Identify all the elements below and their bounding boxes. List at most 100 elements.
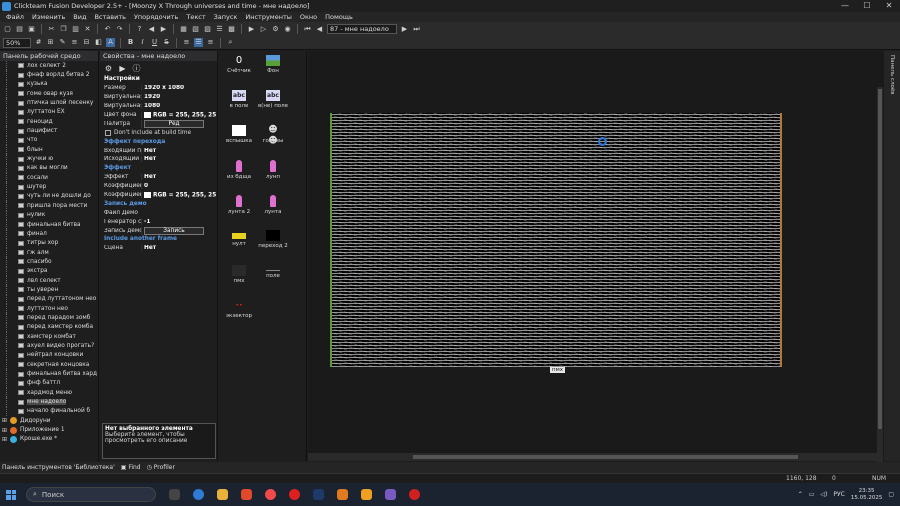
undo-icon[interactable]: ↶	[103, 25, 112, 34]
menu-edit[interactable]: Изменить	[28, 13, 69, 21]
menu-help[interactable]: Помощь	[321, 13, 357, 21]
copy-icon[interactable]: ❐	[59, 25, 68, 34]
frame-tree-item[interactable]: экстра	[0, 266, 98, 276]
align-center-icon[interactable]: ☰	[194, 38, 203, 47]
frame-tree-item[interactable]: финал	[0, 229, 98, 239]
obs-icon[interactable]	[409, 489, 420, 500]
about-info-icon[interactable]: ⓘ	[132, 64, 141, 73]
expand-icon[interactable]: ⊞	[2, 436, 7, 443]
property-row[interactable]: Коэффициент RGB = 255, 255, 25	[100, 191, 217, 200]
open-folder-icon[interactable]: ▤	[15, 25, 24, 34]
store-icon[interactable]	[241, 489, 252, 500]
property-row[interactable]: Цвет фона RGB = 255, 255, 25	[100, 111, 217, 120]
frame-tree-item[interactable]: финальная битва	[0, 219, 98, 230]
property-value[interactable]: RGB = 255, 255, 25	[141, 111, 217, 119]
vlc-icon[interactable]	[361, 489, 372, 500]
frame-tree-item[interactable]: секретная концовка	[0, 360, 98, 370]
property-value[interactable]: 1920 x 1080	[141, 85, 217, 92]
expand-icon[interactable]: ⊞	[2, 417, 7, 424]
frame-tree-item[interactable]: птичка шлой песенку	[0, 98, 98, 108]
opera-icon[interactable]	[289, 489, 300, 500]
property-row[interactable]: Палитра Ред	[100, 119, 217, 128]
frame-tree-item[interactable]: сосали	[0, 173, 98, 183]
frame-tree-item[interactable]: пацифист	[0, 126, 98, 136]
zoom-dropdown[interactable]: 50%	[3, 37, 31, 48]
paste-icon[interactable]: ▥	[71, 25, 80, 34]
build-exclude-checkbox[interactable]	[105, 129, 111, 136]
object-item[interactable]: Фон	[253, 55, 293, 74]
network-icon[interactable]: ▭	[809, 491, 815, 498]
frame-tree-item[interactable]: лвл селект	[0, 275, 98, 286]
application-tree-item[interactable]: ⊞ Кроше.exe *	[0, 435, 98, 444]
clock[interactable]: 23:35 15.05.2025	[851, 488, 883, 502]
runtime-options-icon[interactable]: ▶	[118, 64, 127, 73]
first-frame-icon[interactable]: ⏮	[303, 25, 312, 34]
property-row[interactable]: Виртуальная в1080	[100, 102, 217, 111]
layers-sidebar[interactable]: Панель слоёв	[884, 51, 900, 461]
frame-tree-item[interactable]: жучки ю	[0, 154, 98, 164]
scrollbar-thumb[interactable]	[413, 455, 798, 459]
pen-icon[interactable]: ✎	[58, 38, 67, 47]
frame-canvas[interactable]	[330, 113, 782, 367]
property-value[interactable]: 1080	[141, 103, 217, 110]
object-item[interactable]: abc в(не) поле	[253, 90, 293, 109]
grid-icon[interactable]: #	[34, 38, 43, 47]
zoom-icon[interactable]: ⌕	[226, 38, 235, 47]
frame-select-dropdown[interactable]: 87 - мне надоело	[327, 24, 397, 34]
property-value[interactable]: Нет	[141, 174, 217, 181]
frame-tree-item[interactable]: хамстер комбат	[0, 331, 98, 342]
property-button[interactable]: Ред	[144, 119, 204, 128]
minimize-button[interactable]: —	[834, 0, 856, 12]
application-tree-item[interactable]: ⊞ Дидоруни	[0, 416, 98, 425]
tray-arrow-icon[interactable]: ⌃	[798, 491, 803, 498]
property-group[interactable]: Include another frame	[100, 235, 217, 244]
photoshop-icon[interactable]	[313, 489, 324, 500]
frame-tree-item[interactable]: шутер	[0, 182, 98, 192]
cut-icon[interactable]: ✂	[47, 25, 56, 34]
frame-tree-item[interactable]: спасибо	[0, 257, 98, 267]
yandex-icon[interactable]	[265, 489, 276, 500]
event-list-icon[interactable]: ☰	[215, 25, 224, 34]
property-row[interactable]: Эффект Нет	[100, 173, 217, 182]
frame-tree-item[interactable]: хардмод меню	[0, 388, 98, 398]
clickteam-fusion-icon[interactable]	[385, 489, 396, 500]
save-icon[interactable]: ▣	[27, 25, 36, 34]
menu-window[interactable]: Окно	[296, 13, 321, 21]
frame-tree-item[interactable]: гоме овар кузя	[0, 89, 98, 99]
notification-icon[interactable]: ▢	[888, 491, 894, 498]
delete-icon[interactable]: ✕	[83, 25, 92, 34]
property-value[interactable]: 0	[141, 183, 217, 190]
frame-tree-item[interactable]: чуть ли не дошли до	[0, 191, 98, 202]
italic-icon[interactable]: I	[138, 38, 147, 47]
event-editor-icon[interactable]: ▨	[203, 25, 212, 34]
layers-panel-tab[interactable]: Панель слоёв	[889, 55, 895, 95]
frame-tree-item[interactable]: перед луттатоном нео	[0, 294, 98, 304]
object-item[interactable]: поле	[253, 265, 293, 279]
property-value[interactable]: 1920	[141, 94, 217, 101]
property-value[interactable]: Нет	[141, 147, 217, 154]
menu-tools[interactable]: Инструменты	[241, 13, 296, 21]
storyboard-icon[interactable]: ▦	[179, 25, 188, 34]
frame-tree-item[interactable]: как вы могли	[0, 163, 98, 174]
editor-vertical-scrollbar[interactable]	[877, 87, 883, 467]
scrollbar-thumb[interactable]	[878, 89, 882, 429]
frame-tree-item[interactable]: финальная битва хард	[0, 369, 98, 379]
data-elements-icon[interactable]: ▩	[227, 25, 236, 34]
back-icon[interactable]: ◀	[147, 25, 156, 34]
object-item[interactable]: ☻☻ головы	[253, 125, 293, 146]
menu-insert[interactable]: Вставить	[90, 13, 129, 21]
frame-tree-item[interactable]: кузька	[0, 79, 98, 90]
frame-tree-item[interactable]: гж алм	[0, 247, 98, 258]
property-button[interactable]: Запись	[144, 226, 204, 235]
frame-tree-item[interactable]: луттатон EX	[0, 107, 98, 118]
edge-icon[interactable]	[193, 489, 204, 500]
property-row[interactable]: Файл Демо	[100, 208, 217, 217]
property-checkbox-row[interactable]: Don't include at build time	[100, 128, 217, 137]
taskbar-search[interactable]: ⌕ Поиск	[26, 487, 156, 502]
property-group[interactable]: Запись демо	[100, 199, 217, 208]
application-tree-item[interactable]: ⊞ Приложение 1	[0, 425, 98, 434]
property-row[interactable]: Генератор сл -1	[100, 217, 217, 226]
menu-view[interactable]: Вид	[69, 13, 90, 21]
menu-file[interactable]: Файл	[2, 13, 28, 21]
frame-tree-item[interactable]: нулик	[0, 210, 98, 220]
